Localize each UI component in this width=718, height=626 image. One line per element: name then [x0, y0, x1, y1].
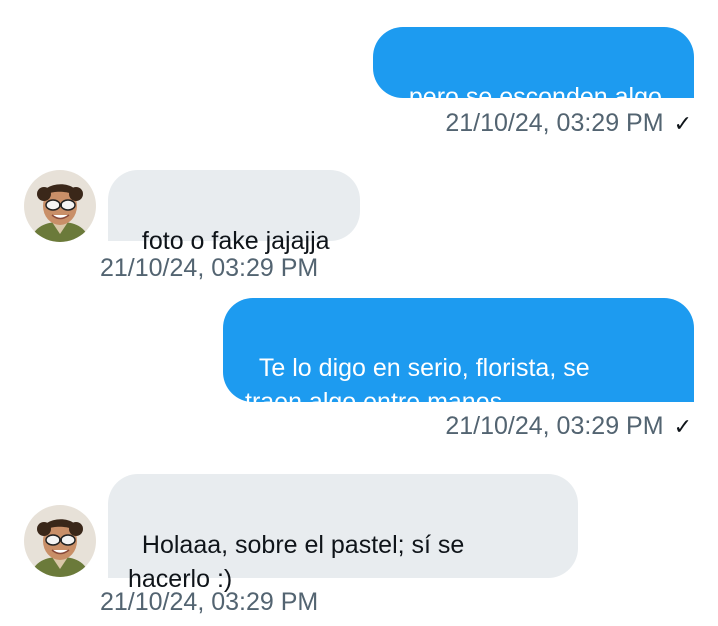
incoming-message-bubble[interactable]: Holaaa, sobre el pastel; sí se hacerlo :…: [108, 474, 578, 593]
message-text: pero se esconden algo: [408, 83, 662, 111]
avatar-image: [24, 505, 96, 577]
message-timestamp: 21/10/24, 03:29 PM: [100, 588, 319, 616]
outgoing-message-bubble[interactable]: Te lo digo en serio, florista, se traen …: [223, 298, 694, 416]
message-meta: 21/10/24, 03:29 PM ✓: [445, 411, 692, 442]
message-timestamp: 21/10/24, 03:29 PM: [100, 254, 319, 282]
message-meta: 21/10/24, 03:29 PM ✓: [445, 108, 692, 139]
message-text: foto o fake jajajja: [141, 227, 330, 255]
message-timestamp: 21/10/24, 03:29 PM: [445, 412, 664, 440]
outgoing-message-bubble[interactable]: pero se esconden algo: [373, 27, 694, 111]
incoming-message-bubble[interactable]: foto o fake jajajja: [108, 170, 360, 255]
message-text: Holaaa, sobre el pastel; sí se hacerlo :…: [128, 531, 465, 593]
user-avatar[interactable]: [24, 505, 96, 577]
sent-check-icon: ✓: [673, 414, 692, 439]
sent-check-icon: ✓: [673, 111, 692, 136]
message-text: Te lo digo en serio, florista, se traen …: [245, 354, 590, 416]
message-timestamp: 21/10/24, 03:29 PM: [445, 109, 664, 137]
user-avatar[interactable]: [24, 170, 96, 242]
avatar-image: [24, 170, 96, 242]
message-meta: 21/10/24, 03:29 PM: [100, 253, 318, 283]
message-meta: 21/10/24, 03:29 PM: [100, 587, 318, 617]
